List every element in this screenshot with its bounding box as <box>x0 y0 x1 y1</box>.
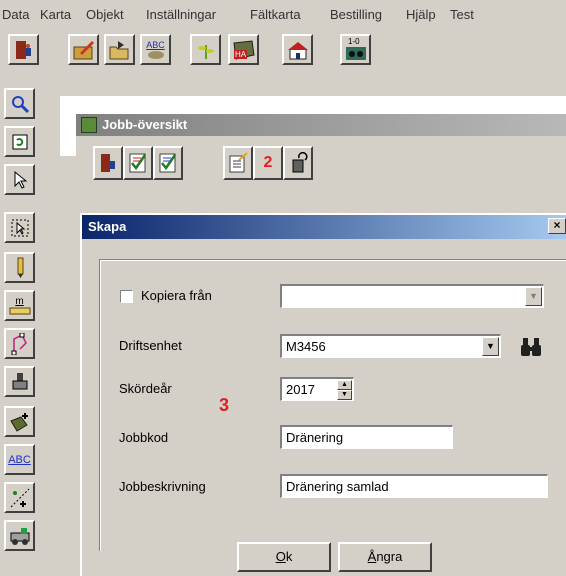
skordear-value: 2017 <box>286 382 315 397</box>
jobbeskrivning-value: Dränering samlad <box>286 479 389 494</box>
abc-spellcheck-icon[interactable]: ABC <box>140 34 171 65</box>
driftsenhet-select[interactable]: M3456 ▼ <box>280 334 501 358</box>
jobbkod-label: Jobbkod <box>119 430 169 445</box>
chevron-down-icon[interactable]: ▼ <box>482 337 499 356</box>
ha-icon-label: HA <box>234 50 248 59</box>
spinner-buttons[interactable]: ▲ ▼ <box>337 380 352 400</box>
jobbkod-input[interactable]: Dränering <box>280 425 453 449</box>
jobb-oversikt-titlebar: Jobb-översikt <box>76 114 566 136</box>
farm-house-icon[interactable] <box>282 34 313 65</box>
ok-button[interactable]: Ok <box>237 542 331 572</box>
node-edit-icon[interactable] <box>4 328 35 359</box>
map-window-icon <box>81 117 97 133</box>
area-ha-icon[interactable]: HA <box>228 34 259 65</box>
pencil-icon[interactable] <box>4 252 35 283</box>
left-toolbar: m ABC <box>0 84 38 576</box>
abc-text-icon[interactable]: ABC <box>4 444 35 475</box>
close-icon[interactable]: × <box>548 218 566 234</box>
checklist-blue-icon[interactable] <box>153 146 183 180</box>
edit-list-2-icon[interactable]: 2 <box>253 146 283 180</box>
skordear-spinner[interactable]: 2017 ▲ ▼ <box>280 377 354 401</box>
skapa-title: Skapa <box>88 219 127 234</box>
driftsenhet-label: Driftsenhet <box>119 338 182 353</box>
magnifier-icon[interactable] <box>4 88 35 119</box>
spin-up-icon[interactable]: ▲ <box>337 380 352 390</box>
binoculars-toolbar-icon[interactable]: 1-0 <box>340 34 371 65</box>
spin-down-icon[interactable]: ▼ <box>337 390 352 400</box>
main-toolbar: ABC HA 1-0 <box>0 26 566 85</box>
pointer-arrow-icon[interactable] <box>4 164 35 195</box>
select-rectangle-icon[interactable] <box>4 212 35 243</box>
exit-door-icon[interactable] <box>8 34 39 65</box>
menu-bestilling[interactable]: Bestilling <box>330 7 382 22</box>
binoculars-search-icon[interactable] <box>520 336 544 363</box>
menu-objekt[interactable]: Objekt <box>86 7 124 22</box>
undo-stamp-icon[interactable] <box>283 146 313 180</box>
driftsenhet-value: M3456 <box>286 339 326 354</box>
angra-button[interactable]: Ångra <box>338 542 432 572</box>
abc-icon-label: ABC <box>146 39 165 50</box>
kopiera-select[interactable]: ▼ <box>280 284 544 308</box>
abc-left-label: ABC <box>8 453 31 466</box>
menu-hjalp[interactable]: Hjälp <box>406 7 436 22</box>
edit-list-icon[interactable] <box>223 146 253 180</box>
kopiera-checkbox[interactable] <box>120 290 133 303</box>
stamp-icon[interactable] <box>4 366 35 397</box>
chevron-down-icon[interactable]: ▼ <box>525 287 542 306</box>
split-line-icon[interactable] <box>4 482 35 513</box>
skordear-label: Skördeår <box>119 381 172 396</box>
measure-ruler-icon[interactable]: m <box>4 290 35 321</box>
menu-data[interactable]: Data <box>2 7 29 22</box>
edit-folder-icon[interactable] <box>68 34 99 65</box>
ok-mnemonic: O <box>275 549 286 564</box>
menu-test[interactable]: Test <box>450 7 474 22</box>
plant-icon[interactable] <box>190 34 221 65</box>
menu-karta[interactable]: Karta <box>40 7 71 22</box>
kopiera-label: Kopiera från <box>141 288 212 303</box>
tractor-icon[interactable] <box>4 520 35 551</box>
skapa-titlebar: Skapa × <box>82 215 566 239</box>
annotation-number: 3 <box>219 395 230 415</box>
menu-bar: Data Karta Objekt Inställningar Fältkart… <box>0 0 566 26</box>
ok-label-rest: k <box>285 549 293 564</box>
jobbeskrivning-label: Jobbeskrivning <box>119 479 206 494</box>
m-label: m <box>15 296 24 307</box>
one-zero-label: 1-0 <box>348 37 360 46</box>
edit-list-2-label: 2 <box>263 154 273 171</box>
menu-faltkarta[interactable]: Fältkarta <box>250 7 301 22</box>
angra-label-rest: ngra <box>376 549 403 564</box>
jobbeskrivning-input[interactable]: Dränering samlad <box>280 474 548 498</box>
jobb-oversikt-title: Jobb-översikt <box>102 117 188 132</box>
open-folder-icon[interactable] <box>104 34 135 65</box>
menu-installningar[interactable]: Inställningar <box>146 7 216 22</box>
angra-mnemonic: Å <box>367 549 377 564</box>
jobbkod-value: Dränering <box>286 430 344 445</box>
jobb-exit-door-icon[interactable] <box>93 146 123 180</box>
refresh-icon[interactable] <box>4 126 35 157</box>
add-area-icon[interactable] <box>4 406 35 437</box>
checklist-red-icon[interactable] <box>123 146 153 180</box>
